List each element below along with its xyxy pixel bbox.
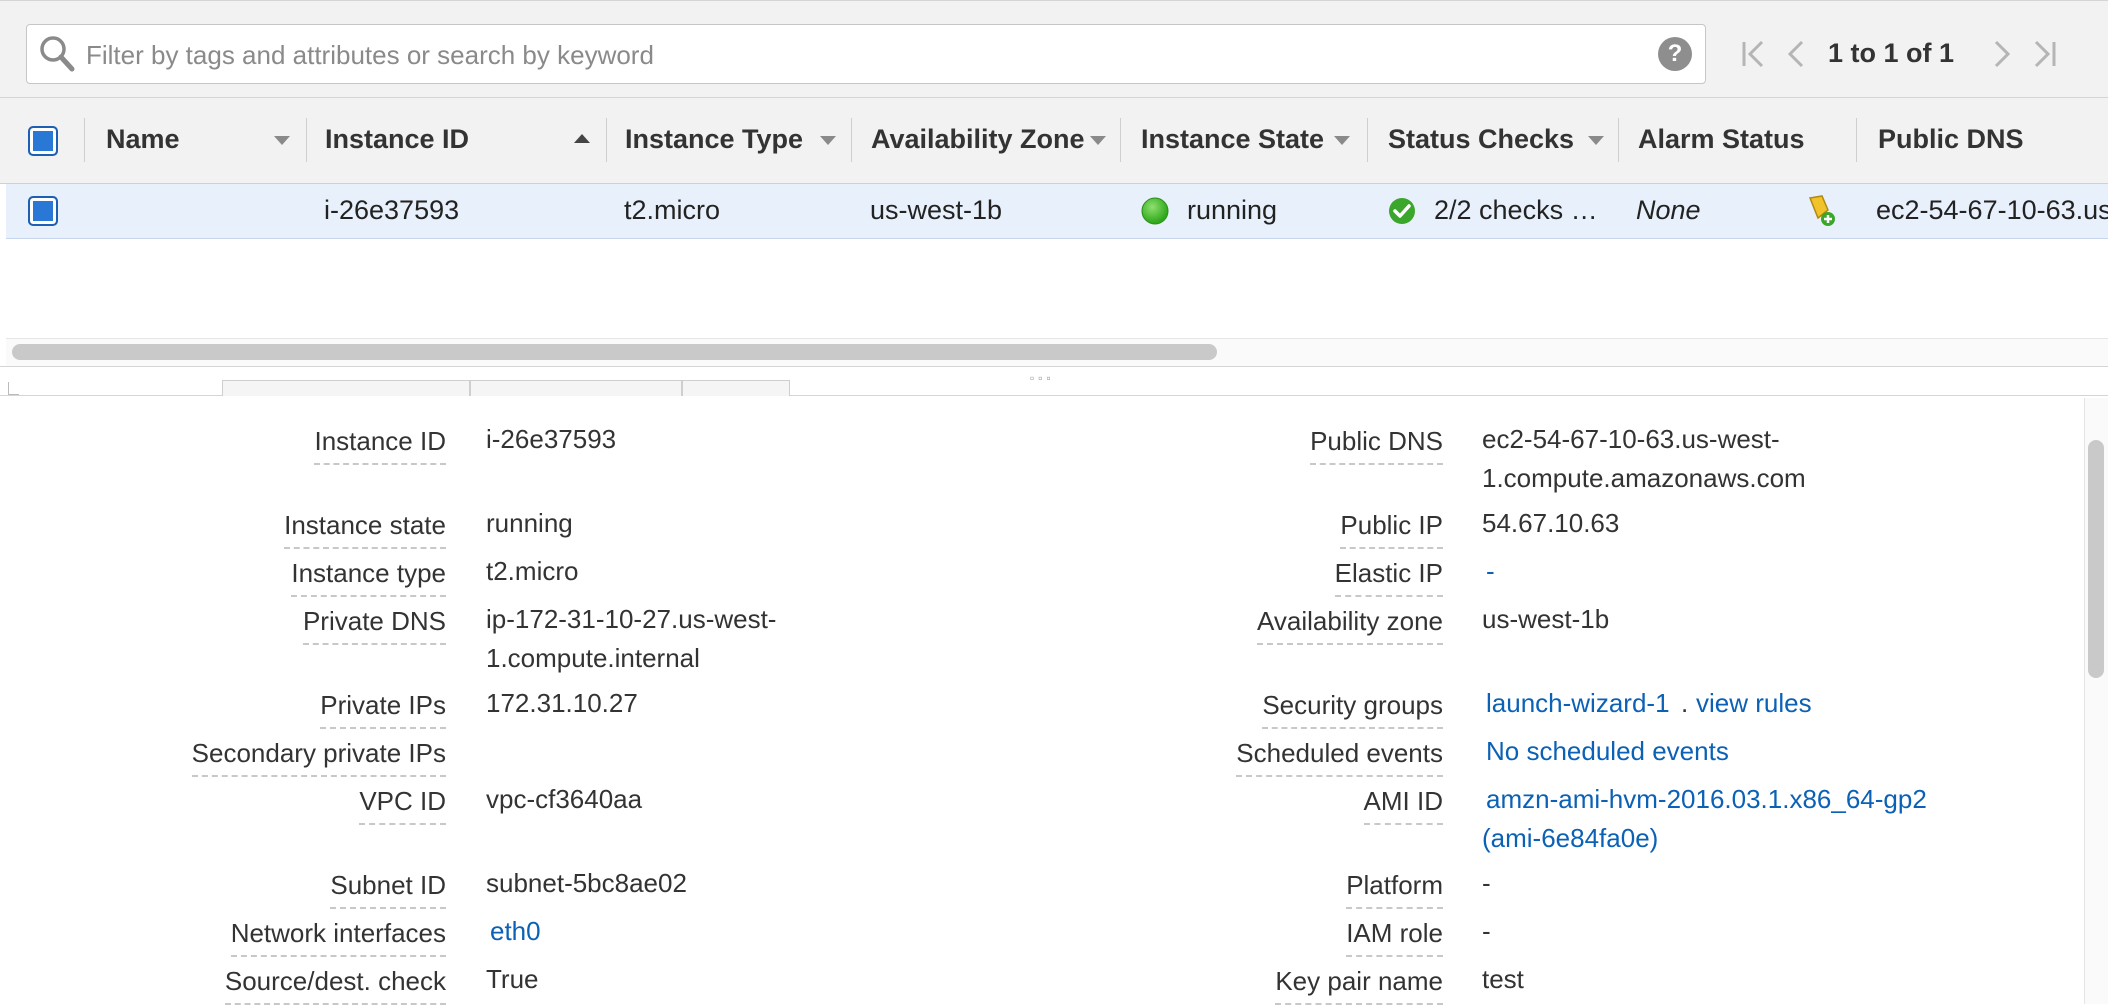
cell-instance-type: t2.micro — [624, 195, 721, 225]
row-checkbox[interactable] — [28, 196, 58, 226]
detail-value: running — [486, 508, 573, 538]
detail-label: Network interfaces — [230, 918, 446, 957]
ami-id-link[interactable]: (ami-6e84fa0e) — [1482, 819, 1658, 858]
elastic-ip-link[interactable]: - — [1486, 552, 1495, 591]
detail-label: Private DNS — [302, 606, 446, 645]
detail-label: Key pair name — [1275, 966, 1443, 1005]
detail-tab[interactable] — [222, 380, 470, 396]
column-header-public-dns[interactable]: Public DNS — [1878, 124, 2024, 155]
detail-label: AMI ID — [1363, 786, 1443, 825]
detail-value: 54.67.10.63 — [1482, 508, 1620, 538]
detail-label: VPC ID — [359, 786, 446, 825]
column-header-instance-type[interactable]: Instance Type — [625, 124, 803, 155]
detail-tab[interactable] — [682, 380, 790, 396]
detail-label: Instance type — [291, 558, 446, 597]
cell-availability-zone: us-west-1b — [870, 195, 1003, 225]
detail-label: Secondary private IPs — [191, 738, 446, 777]
ami-id-link[interactable]: amzn-ami-hvm-2016.03.1.x86_64-gp2 — [1486, 780, 1927, 819]
splitter-grip-icon[interactable]: ▫▫▫ — [1030, 371, 1055, 385]
cell-status-checks[interactable]: 2/2 checks … — [1434, 195, 1598, 226]
view-rules-link[interactable]: view rules — [1696, 684, 1812, 723]
column-divider — [1618, 118, 1619, 162]
detail-label: Instance ID — [314, 426, 446, 465]
table-row[interactable] — [6, 184, 2108, 239]
detail-value: True — [486, 964, 539, 994]
cell-instance-state: running — [1187, 195, 1278, 225]
detail-value: vpc-cf3640aa — [486, 784, 643, 814]
detail-value: 1.compute.amazonaws.com — [1482, 463, 1806, 493]
cell-instance-id: i-26e37593 — [324, 195, 460, 225]
network-interface-link[interactable]: eth0 — [490, 912, 541, 951]
detail-label: IAM role — [1346, 918, 1443, 957]
detail-label: Instance state — [284, 510, 446, 549]
column-header-status-checks[interactable]: Status Checks — [1388, 124, 1574, 155]
column-divider — [1120, 118, 1121, 162]
detail-value: - — [1482, 868, 1491, 898]
detail-value: ec2-54-67-10-63.us-west- — [1482, 424, 1780, 454]
last-page-icon[interactable] — [2024, 34, 2064, 74]
tab-corner — [8, 382, 19, 395]
sort-ascending-icon[interactable] — [574, 134, 590, 143]
column-divider — [306, 118, 307, 162]
add-alarm-icon[interactable] — [1802, 192, 1838, 228]
cell-alarm-status: None — [1636, 195, 1701, 225]
detail-label: Public DNS — [1310, 426, 1443, 465]
sort-caret-icon[interactable] — [1588, 136, 1604, 145]
prev-page-icon[interactable] — [1776, 34, 1816, 74]
detail-label: Security groups — [1262, 690, 1443, 729]
detail-label: Subnet ID — [330, 870, 446, 909]
column-divider — [851, 118, 852, 162]
help-icon[interactable]: ? — [1658, 37, 1692, 71]
security-group-link[interactable]: launch-wizard-1 — [1486, 684, 1670, 723]
detail-value: subnet-5bc8ae02 — [486, 868, 687, 898]
select-all-checkbox[interactable] — [28, 126, 58, 156]
search-input[interactable] — [84, 28, 1628, 82]
column-divider — [1367, 118, 1368, 162]
column-header-instance-state[interactable]: Instance State — [1141, 124, 1324, 155]
detail-value: test — [1482, 964, 1524, 994]
detail-label: Availability zone — [1257, 606, 1443, 645]
detail-value: 1.compute.internal — [486, 643, 700, 673]
next-page-icon[interactable] — [1982, 34, 2022, 74]
sort-caret-icon[interactable] — [274, 136, 290, 145]
sort-caret-icon[interactable] — [820, 136, 836, 145]
horizontal-scrollbar-thumb[interactable] — [12, 344, 1217, 360]
detail-value: - — [1482, 916, 1491, 946]
column-header-name[interactable]: Name — [106, 124, 180, 155]
search-icon — [40, 36, 75, 72]
detail-label: Scheduled events — [1236, 738, 1443, 777]
first-page-icon[interactable] — [1734, 34, 1774, 74]
separator: . — [1681, 688, 1689, 718]
detail-value: t2.micro — [486, 556, 579, 586]
column-divider — [84, 118, 85, 162]
detail-value: ip-172-31-10-27.us-west- — [486, 604, 777, 634]
column-divider — [1856, 118, 1857, 162]
detail-tab[interactable] — [470, 380, 682, 396]
column-header-availability-zone[interactable]: Availability Zone — [871, 124, 1085, 155]
detail-value: 172.31.10.27 — [486, 688, 638, 718]
sort-caret-icon[interactable] — [1334, 136, 1350, 145]
sort-caret-icon[interactable] — [1090, 136, 1106, 145]
cell-public-dns: ec2-54-67-10-63.us- — [1876, 195, 2108, 225]
detail-label: Platform — [1346, 870, 1443, 909]
detail-label: Public IP — [1340, 510, 1443, 549]
detail-label: Source/dest. check — [224, 966, 446, 1005]
scheduled-events-link[interactable]: No scheduled events — [1486, 732, 1729, 771]
column-header-instance-id[interactable]: Instance ID — [325, 124, 469, 155]
detail-label: Private IPs — [320, 690, 446, 729]
running-status-icon — [1141, 197, 1169, 225]
detail-value: i-26e37593 — [486, 424, 617, 454]
column-divider — [606, 118, 607, 162]
detail-value: us-west-1b — [1482, 604, 1610, 634]
vertical-scrollbar-thumb[interactable] — [2088, 440, 2104, 678]
column-header-alarm-status[interactable]: Alarm Status — [1638, 124, 1805, 155]
check-circle-icon — [1389, 198, 1415, 224]
detail-label: Elastic IP — [1334, 558, 1443, 597]
pagination-text: 1 to 1 of 1 — [1828, 38, 1955, 68]
